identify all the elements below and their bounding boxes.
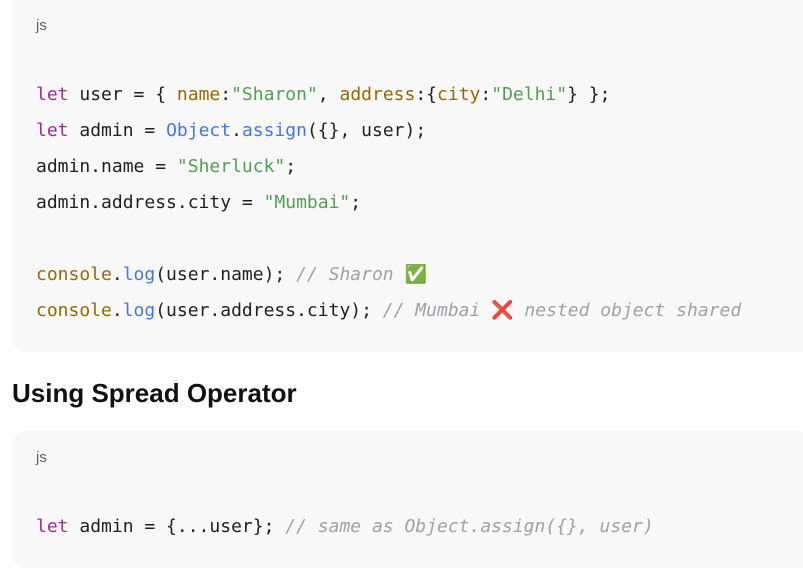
code-block: js let user = { name:"Sharon", address:{…: [12, 0, 803, 352]
code-token: "Sherluck": [176, 156, 286, 177]
code-token: admin =: [68, 120, 167, 141]
code-token: let: [36, 84, 69, 105]
code-token: ;: [285, 156, 297, 177]
code-comment: // same as Object.assign({}, user): [285, 516, 654, 537]
code-content[interactable]: let user = { name:"Sharon", address:{cit…: [36, 77, 741, 329]
code-token: admin.address.city =: [36, 192, 264, 213]
code-token: "Mumbai": [263, 192, 351, 213]
code-token: user = {: [68, 84, 177, 105]
code-token: :: [480, 84, 492, 105]
cross-mark-icon: ❌: [491, 300, 514, 321]
code-token: assign: [241, 120, 307, 141]
code-token: console: [36, 264, 112, 285]
code-comment: // Sharon: [296, 264, 405, 285]
code-token: log: [122, 300, 156, 321]
code-line: let admin = {...user}; // same as Object…: [36, 509, 654, 545]
code-token: let: [36, 120, 69, 141]
code-block: js let admin = {...user}; // same as Obj…: [12, 431, 803, 568]
code-token: :: [220, 84, 232, 105]
code-token: "Sharon": [231, 84, 318, 105]
code-token: ;: [350, 192, 362, 213]
section-heading: Using Spread Operator: [12, 378, 297, 408]
code-comment: nested object shared: [513, 300, 742, 321]
code-content[interactable]: let admin = {...user}; // same as Object…: [36, 509, 654, 545]
code-token: ,: [317, 84, 340, 105]
code-token: .: [111, 264, 123, 285]
code-line: let admin = Object.assign({}, user);: [36, 113, 741, 149]
code-token: log: [122, 264, 156, 285]
code-token: ({}, user);: [306, 120, 427, 141]
code-token: admin.name =: [36, 156, 177, 177]
code-line: admin.address.city = "Mumbai";: [36, 185, 741, 221]
code-token: :{: [415, 84, 438, 105]
code-token: .: [231, 120, 242, 141]
code-line: admin.name = "Sherluck";: [36, 149, 741, 185]
code-token: address: [339, 84, 416, 105]
code-line: console.log(user.name); // Sharon ✅: [36, 257, 741, 293]
code-language-label: js: [36, 17, 47, 34]
code-token: console: [36, 300, 112, 321]
check-mark-icon: ✅: [404, 264, 427, 285]
code-token: (user.address.city);: [155, 300, 383, 321]
code-line: let user = { name:"Sharon", address:{cit…: [36, 77, 741, 113]
code-token: } };: [567, 84, 611, 105]
code-language-label: js: [36, 449, 47, 466]
code-token: "Delhi": [491, 84, 568, 105]
code-token: let: [36, 516, 69, 537]
code-token: Object: [166, 120, 232, 141]
code-token: admin = {...user};: [68, 516, 286, 537]
code-token: city: [437, 84, 481, 105]
code-comment: // Mumbai: [382, 300, 492, 321]
code-line: console.log(user.address.city); // Mumba…: [36, 293, 741, 329]
code-token: .: [111, 300, 123, 321]
code-token: name: [176, 84, 221, 105]
code-token: (user.name);: [155, 264, 297, 285]
